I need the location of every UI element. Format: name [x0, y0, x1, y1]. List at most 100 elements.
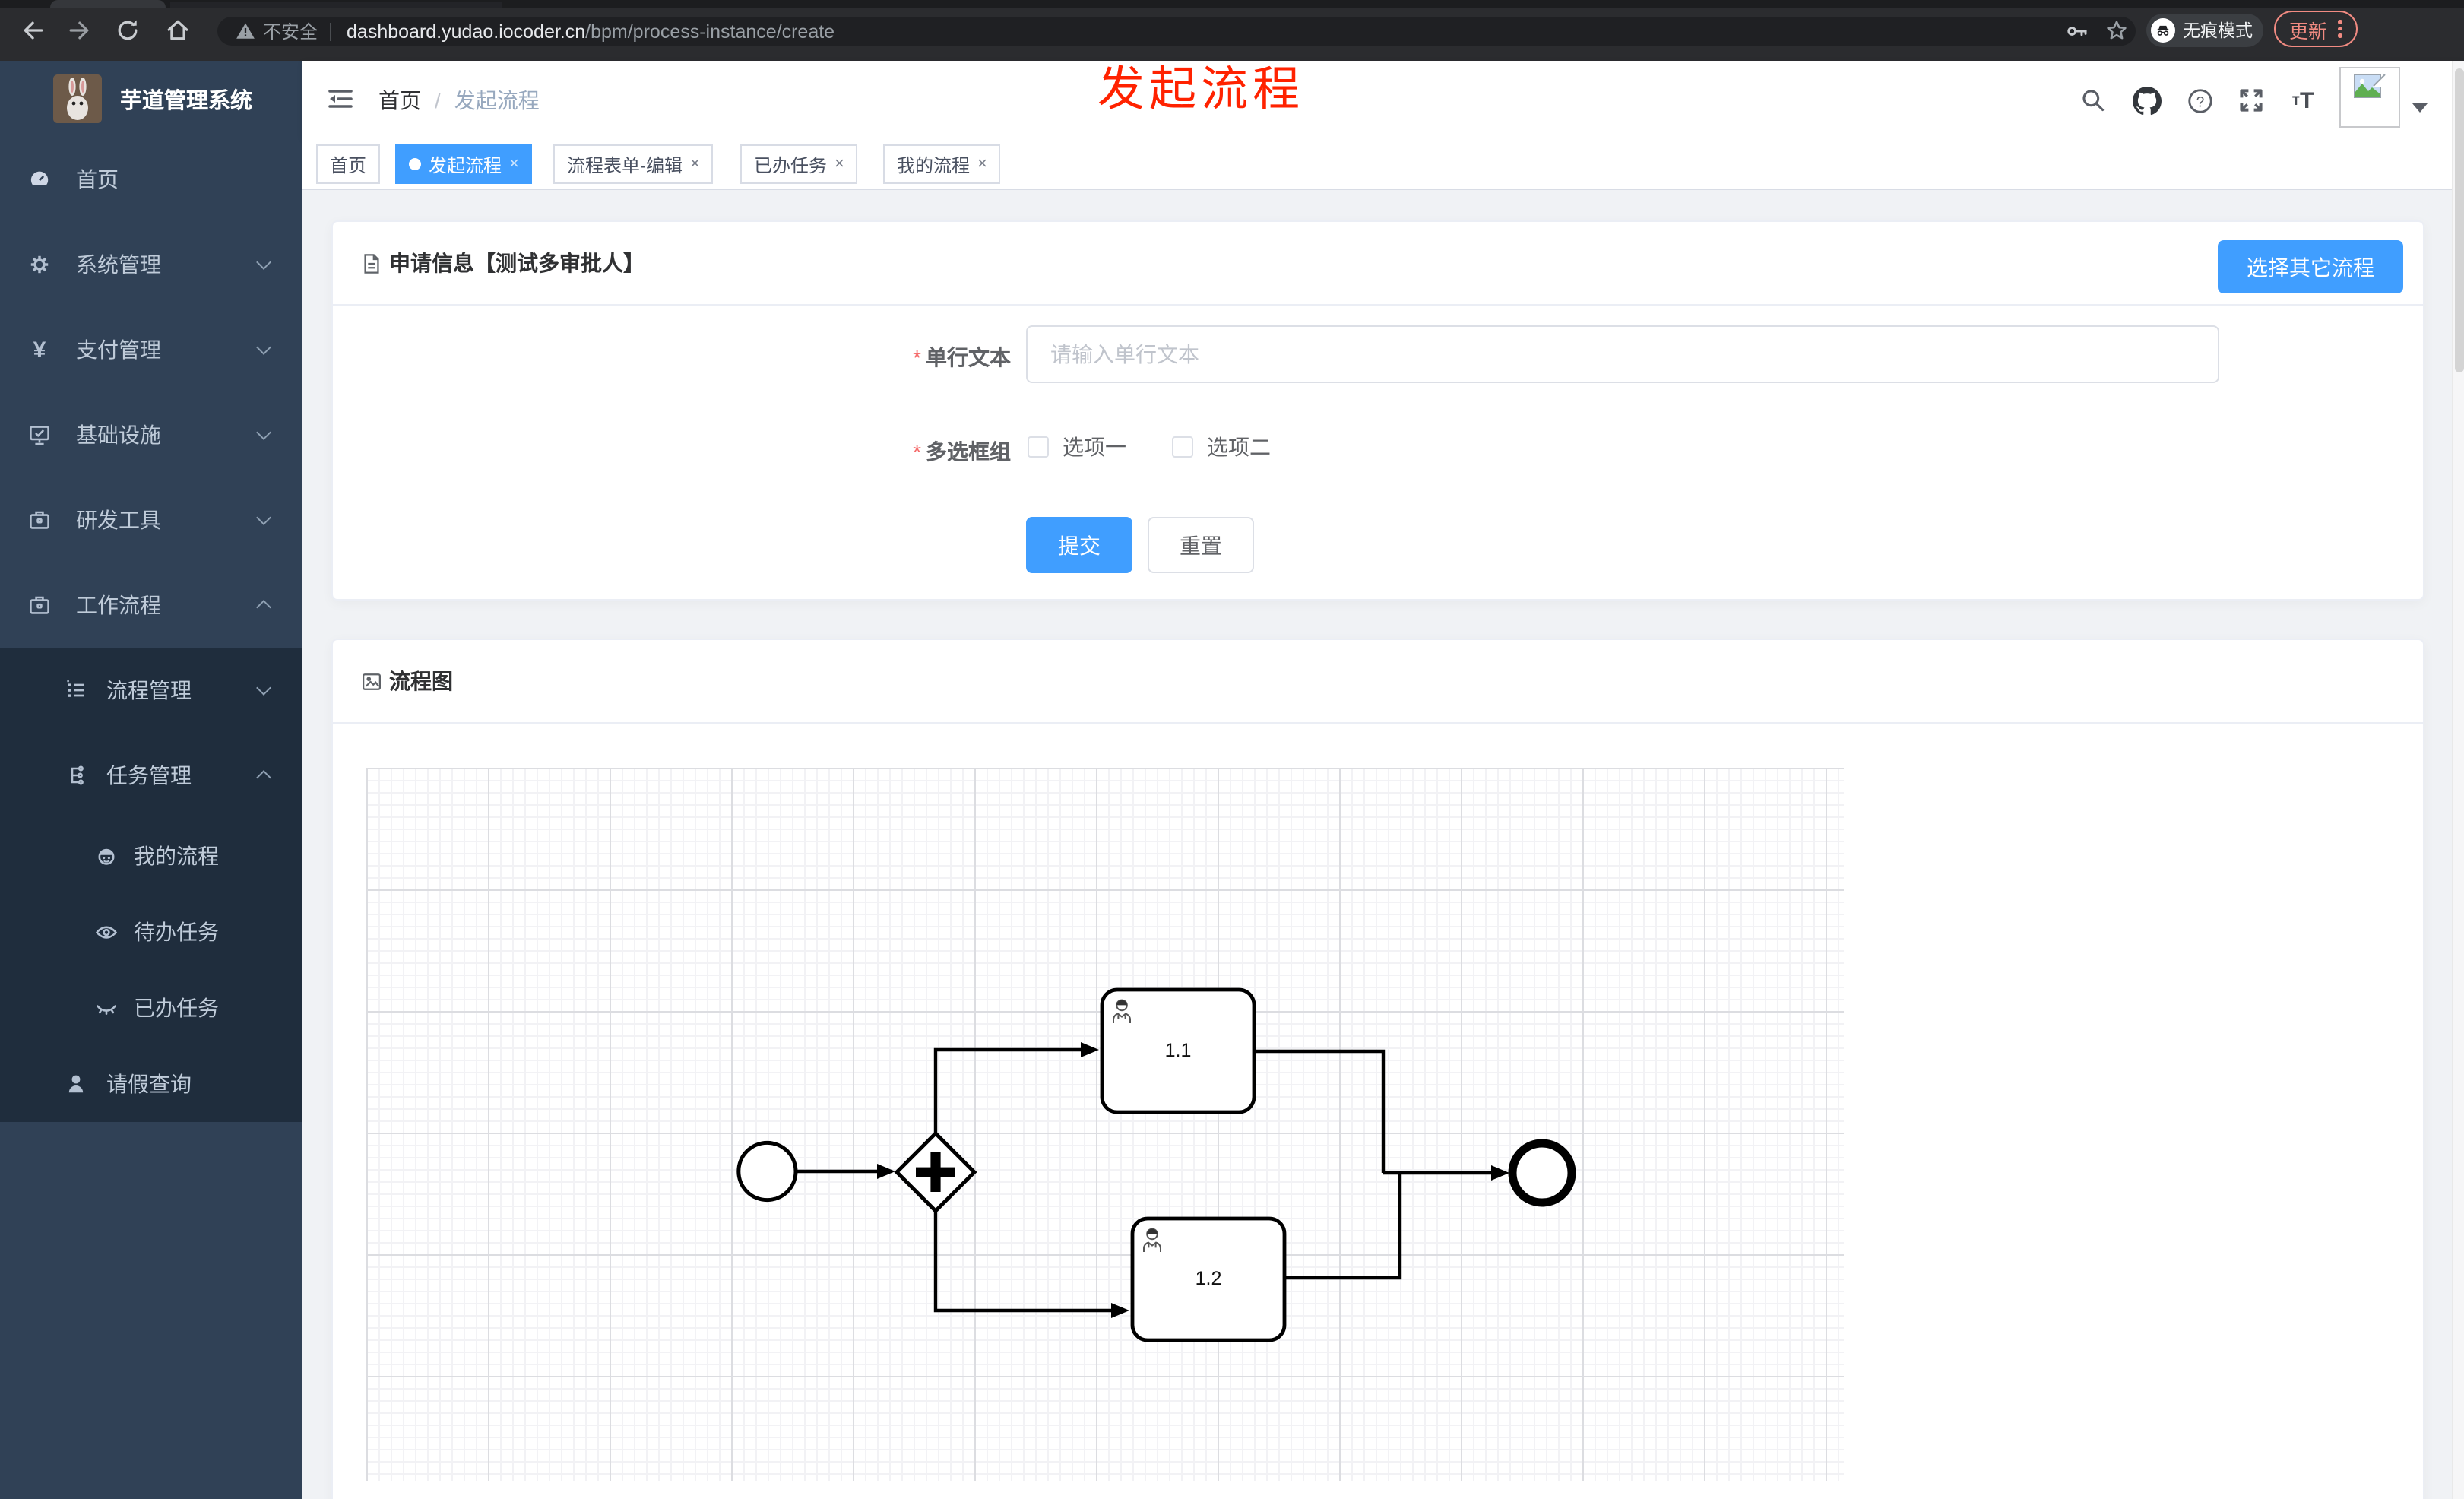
- url-host: dashboard.yudao.iocoder.cn: [347, 21, 586, 42]
- breadcrumb-home[interactable]: 首页: [378, 85, 421, 116]
- chevron-down-icon: [256, 425, 271, 440]
- monitor-icon: [27, 423, 52, 447]
- process-diagram-card: 流程图 1.1 1.2: [331, 639, 2424, 1499]
- scrollbar-thumb[interactable]: [2455, 68, 2464, 372]
- sidebar-item-payment[interactable]: ¥ 支付管理: [0, 307, 302, 392]
- submit-button[interactable]: 提交: [1026, 517, 1132, 573]
- help-icon[interactable]: ?: [2184, 85, 2215, 116]
- flow-task1-out: [1254, 1049, 1386, 1173]
- active-dot-icon: [409, 158, 421, 170]
- tab-done-tasks[interactable]: 已办任务 ×: [740, 144, 858, 184]
- url-bar[interactable]: 不安全 dashboard.yudao.iocoder.cn/bpm/proce…: [217, 17, 2136, 46]
- warning-icon: [236, 21, 255, 41]
- sidebar-logo[interactable]: 芋道管理系统: [0, 61, 302, 137]
- sidebar-item-infrastructure[interactable]: 基础设施: [0, 392, 302, 477]
- diagram-title: 流程图: [389, 669, 453, 693]
- apply-info-card: 申请信息【测试多审批人】 选择其它流程 *单行文本 *多选框组 选项一 选项二 …: [331, 220, 2424, 601]
- briefcase-icon: [27, 508, 52, 532]
- sidebar-item-workflow[interactable]: 工作流程: [0, 563, 302, 648]
- top-navbar: 首页 / 发起流程 ? тT: [302, 61, 2464, 138]
- sidebar-collapse-icon[interactable]: [325, 84, 356, 114]
- breadcrumb-current: 发起流程: [454, 88, 540, 113]
- checkbox-group-label: * 多选框组: [913, 439, 1011, 464]
- caret-down-icon[interactable]: [2412, 103, 2428, 113]
- diagram-header: 流程图: [333, 640, 2423, 724]
- tab-form-edit[interactable]: 流程表单-编辑 ×: [553, 144, 714, 184]
- browser-menu-icon[interactable]: [2338, 20, 2342, 38]
- dashboard-icon: [27, 167, 52, 192]
- bpmn-canvas[interactable]: 1.1 1.2: [366, 768, 1844, 1481]
- sidebar-item-home[interactable]: 首页: [0, 137, 302, 222]
- browser-home-icon[interactable]: [163, 15, 193, 46]
- user-icon: [64, 1072, 88, 1096]
- reset-button[interactable]: 重置: [1148, 517, 1254, 573]
- url-divider: [330, 22, 332, 40]
- browser-forward-icon[interactable]: [64, 15, 94, 46]
- github-icon[interactable]: [2131, 85, 2162, 116]
- tab-home[interactable]: 首页: [316, 144, 381, 184]
- gear-icon: [27, 252, 52, 277]
- gateway-plus-icon: [930, 1152, 941, 1192]
- security-label: 不安全: [263, 21, 318, 43]
- close-icon[interactable]: ×: [835, 155, 844, 173]
- eye-closed-icon: [94, 996, 119, 1020]
- page-scrollbar[interactable]: [2452, 61, 2464, 1499]
- bpmn-end-event[interactable]: [1508, 1139, 1576, 1207]
- screenshot-root: 不安全 dashboard.yudao.iocoder.cn/bpm/proce…: [0, 0, 2464, 1499]
- app-title: 芋道管理系统: [120, 89, 252, 113]
- page-content: 申请信息【测试多审批人】 选择其它流程 *单行文本 *多选框组 选项一 选项二 …: [302, 190, 2464, 1499]
- sidebar-item-system[interactable]: 系统管理: [0, 222, 302, 307]
- checkbox-option-2[interactable]: 选项二: [1172, 426, 1271, 468]
- browser-active-tab[interactable]: [50, 0, 166, 8]
- password-key-icon[interactable]: [2061, 15, 2092, 46]
- bpmn-diagram: 1.1 1.2: [736, 987, 1576, 1342]
- tab-my-process[interactable]: 我的流程 ×: [883, 144, 1001, 184]
- checkbox-option-1[interactable]: 选项一: [1028, 426, 1126, 468]
- fullscreen-icon[interactable]: [2236, 85, 2266, 116]
- sidebar-item-process-mgmt[interactable]: 流程管理: [0, 648, 302, 733]
- browser-tab-strip: [0, 0, 2464, 8]
- checkbox-icon[interactable]: [1172, 436, 1193, 458]
- required-mark: *: [913, 439, 921, 464]
- update-label: 更新: [2289, 21, 2328, 42]
- required-mark: *: [913, 345, 921, 369]
- sidebar-item-done-tasks[interactable]: 已办任务: [0, 970, 302, 1046]
- search-icon[interactable]: [2078, 85, 2108, 116]
- browser-background-tab[interactable]: [170, 2, 502, 8]
- sidebar-item-leave-query[interactable]: 请假查询: [0, 1046, 302, 1122]
- sidebar-item-devtools[interactable]: 研发工具: [0, 477, 302, 563]
- sidebar-item-task-mgmt[interactable]: 任务管理: [0, 733, 302, 818]
- flow-task2-out: [1284, 1174, 1402, 1280]
- bookmark-star-icon[interactable]: [2101, 15, 2131, 46]
- url-path: /bpm/process-instance/create: [585, 21, 835, 42]
- chevron-up-icon: [256, 600, 271, 615]
- browser-refresh-icon[interactable]: [112, 15, 143, 46]
- single-line-text-input[interactable]: [1026, 325, 2219, 383]
- close-icon[interactable]: ×: [690, 155, 700, 173]
- sidebar-item-my-process[interactable]: 我的流程: [0, 818, 302, 894]
- close-icon[interactable]: ×: [977, 155, 987, 173]
- close-icon[interactable]: ×: [509, 155, 519, 173]
- sidebar-item-todo-tasks[interactable]: 待办任务: [0, 894, 302, 970]
- page-annotation: 发起流程: [1097, 62, 1304, 116]
- tab-start-process[interactable]: 发起流程 ×: [395, 144, 533, 184]
- chevron-down-icon: [256, 680, 271, 696]
- user-avatar[interactable]: [2339, 67, 2400, 128]
- browser-update-button[interactable]: 更新: [2274, 11, 2358, 47]
- checkbox-icon[interactable]: [1028, 436, 1049, 458]
- apply-info-title: 申请信息【测试多审批人】: [389, 251, 645, 275]
- bpmn-start-event[interactable]: [736, 1140, 798, 1203]
- face-icon: [94, 844, 119, 868]
- flow-gateway-to-task1: [933, 1042, 1099, 1133]
- yen-icon: ¥: [33, 337, 46, 363]
- sidebar: 芋道管理系统 首页 系统管理 ¥ 支付管理 基础设施 研发工具 工作流程 流程管…: [0, 61, 302, 1499]
- breadcrumb: 首页 / 发起流程: [378, 85, 540, 116]
- font-size-icon[interactable]: тT: [2288, 85, 2318, 116]
- tree-icon: [64, 763, 88, 788]
- briefcase-icon: [27, 593, 52, 617]
- incognito-badge: 无痕模式: [2146, 14, 2263, 47]
- browser-back-icon[interactable]: [18, 15, 49, 46]
- choose-other-process-button[interactable]: 选择其它流程: [2218, 240, 2403, 293]
- breadcrumb-separator: /: [435, 88, 441, 113]
- chevron-down-icon: [256, 255, 271, 270]
